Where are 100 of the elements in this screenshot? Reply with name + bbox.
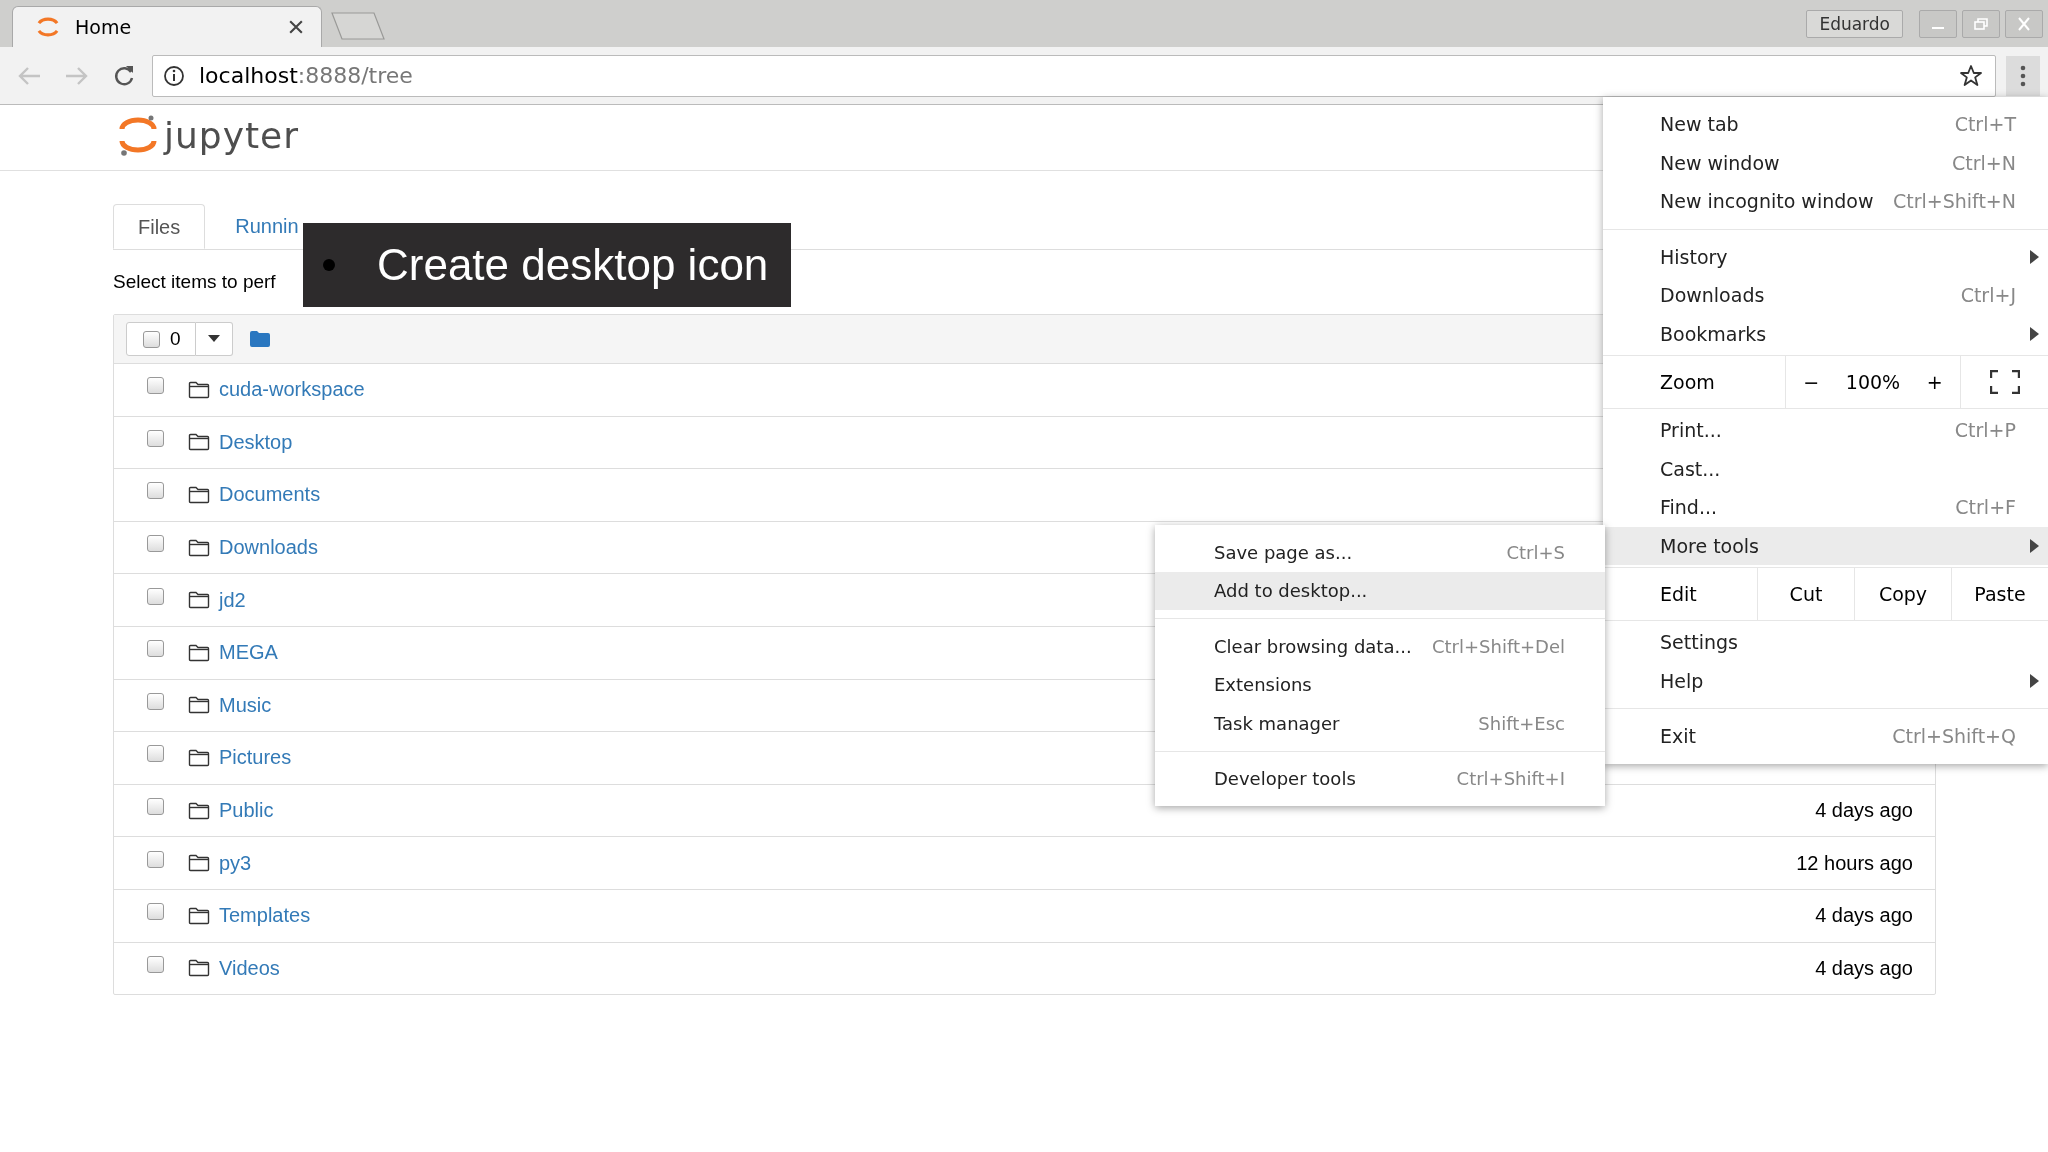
folder-icon xyxy=(188,591,210,610)
bullet-icon xyxy=(323,259,335,271)
browser-tab[interactable]: Home xyxy=(12,6,322,47)
menu-item[interactable]: Developer tools Ctrl+Shift+I xyxy=(1155,759,1605,798)
folder-link[interactable]: jd2 xyxy=(219,588,246,612)
folder-link[interactable]: py3 xyxy=(219,851,252,875)
folder-link[interactable]: Documents xyxy=(219,483,321,507)
modified-time: 12 hours ago xyxy=(1796,851,1913,875)
menu-item[interactable]: Cast... xyxy=(1603,449,2048,488)
caret-icon xyxy=(207,335,220,343)
minimize-button[interactable] xyxy=(1919,9,1957,38)
tab[interactable]: Runnin xyxy=(235,215,299,238)
menu-icon xyxy=(2020,64,2026,87)
menu-item[interactable]: Extensions xyxy=(1155,665,1605,704)
zoom-in-button[interactable]: + xyxy=(1918,371,1951,393)
checkbox[interactable] xyxy=(147,482,164,500)
forward-icon[interactable] xyxy=(64,64,90,87)
restore-icon xyxy=(1973,16,1989,31)
address-bar[interactable]: localhost:8888/tree xyxy=(152,54,1996,97)
tab-title: Home xyxy=(75,16,133,38)
folder-link[interactable]: cuda-workspace xyxy=(219,378,365,402)
submenu-arrow-icon xyxy=(2030,673,2039,688)
folder-link[interactable]: Public xyxy=(219,799,274,823)
folder-icon xyxy=(188,696,210,715)
folder-link[interactable]: Downloads xyxy=(219,536,318,560)
menu-item[interactable]: Print... Ctrl+P xyxy=(1603,411,2048,450)
menu-item[interactable]: Task manager Shift+Esc xyxy=(1155,704,1605,743)
folder-link[interactable]: Templates xyxy=(219,904,311,928)
checkbox[interactable] xyxy=(147,429,164,447)
checkbox[interactable] xyxy=(147,535,164,553)
profile-button[interactable]: Eduardo xyxy=(1806,9,1903,38)
menu-item[interactable]: New window Ctrl+N xyxy=(1603,143,2048,182)
reload-icon[interactable] xyxy=(112,63,136,88)
checkbox[interactable] xyxy=(147,745,164,763)
checkbox[interactable] xyxy=(147,587,164,605)
minimize-icon xyxy=(1932,26,1944,29)
menu-item[interactable]: Save page as... Ctrl+S xyxy=(1155,533,1605,572)
menu-item[interactable]: Clear browsing data... Ctrl+Shift+Del xyxy=(1155,627,1605,666)
url-text: localhost:8888/tree xyxy=(199,63,413,88)
submenu-arrow-icon xyxy=(2030,326,2039,341)
checkbox[interactable] xyxy=(147,903,164,921)
edit-button[interactable]: Cut xyxy=(1758,568,1855,620)
close-icon[interactable] xyxy=(289,20,303,34)
checkbox[interactable] xyxy=(147,850,164,868)
folder-icon xyxy=(188,433,210,452)
folder-icon xyxy=(188,380,210,399)
folder-icon xyxy=(188,486,210,504)
submenu-arrow-icon xyxy=(2030,249,2039,264)
menu-item[interactable]: Settings xyxy=(1603,623,2048,662)
folder-link[interactable]: Pictures xyxy=(219,746,292,770)
folder-icon xyxy=(188,801,210,820)
edit-button[interactable]: Paste xyxy=(1952,568,2048,620)
zoom-out-button[interactable]: − xyxy=(1795,371,1828,393)
folder-link[interactable]: Desktop xyxy=(219,430,293,454)
select-all-button[interactable]: 0 xyxy=(126,322,196,356)
info-icon[interactable] xyxy=(163,64,185,87)
folder-icon xyxy=(188,643,210,662)
menu-item[interactable]: New incognito window Ctrl+Shift+N xyxy=(1603,182,2048,221)
menu-item[interactable]: Bookmarks xyxy=(1603,314,2048,353)
modified-time: 4 days ago xyxy=(1815,956,1913,980)
folder-icon xyxy=(188,906,210,925)
close-button[interactable] xyxy=(2005,9,2043,38)
folder-icon xyxy=(188,854,210,873)
checkbox[interactable] xyxy=(147,798,164,816)
jupyter-logo-text: jupyter xyxy=(164,114,300,156)
menu-button[interactable] xyxy=(2006,55,2040,96)
folder-link[interactable]: Music xyxy=(219,693,272,717)
new-tab-button[interactable] xyxy=(330,11,386,41)
modified-time: 4 days ago xyxy=(1815,904,1913,928)
jupyter-logo-icon xyxy=(118,113,158,157)
close-icon xyxy=(2016,16,2032,31)
caption-text: Create desktop icon xyxy=(377,240,769,290)
edit-button[interactable]: Copy xyxy=(1855,568,1952,620)
dropdown-button[interactable] xyxy=(195,322,233,356)
menu-item[interactable]: More tools xyxy=(1603,526,2048,565)
menu-item[interactable]: New tab Ctrl+T xyxy=(1603,105,2048,144)
menu-item[interactable]: Add to desktop... xyxy=(1155,571,1605,610)
menu-item[interactable]: Exit Ctrl+Shift+Q xyxy=(1603,717,2048,756)
modified-time: 4 days ago xyxy=(1815,799,1913,823)
checkbox[interactable] xyxy=(147,692,164,710)
menu-item[interactable]: Downloads Ctrl+J xyxy=(1603,276,2048,315)
zoom-label: Zoom xyxy=(1603,356,1786,408)
back-icon[interactable] xyxy=(16,64,42,87)
folder-icon xyxy=(188,748,210,767)
submenu-arrow-icon xyxy=(2030,538,2039,553)
folder-link[interactable]: Videos xyxy=(219,956,280,980)
fullscreen-icon xyxy=(1989,370,2020,394)
checkbox[interactable] xyxy=(147,955,164,973)
zoom-value: 100% xyxy=(1845,371,1901,393)
menu-item[interactable]: Find... Ctrl+F xyxy=(1603,488,2048,527)
tab[interactable]: Files xyxy=(113,204,206,249)
folder-link[interactable]: MEGA xyxy=(219,641,278,665)
restore-button[interactable] xyxy=(1962,9,2000,38)
checkbox[interactable] xyxy=(147,640,164,658)
star-icon[interactable] xyxy=(1959,63,1983,88)
folder-icon xyxy=(188,538,210,557)
folder-icon[interactable] xyxy=(248,330,271,348)
menu-item[interactable]: Help xyxy=(1603,661,2048,700)
checkbox[interactable] xyxy=(147,377,164,395)
menu-item[interactable]: History xyxy=(1603,237,2048,276)
